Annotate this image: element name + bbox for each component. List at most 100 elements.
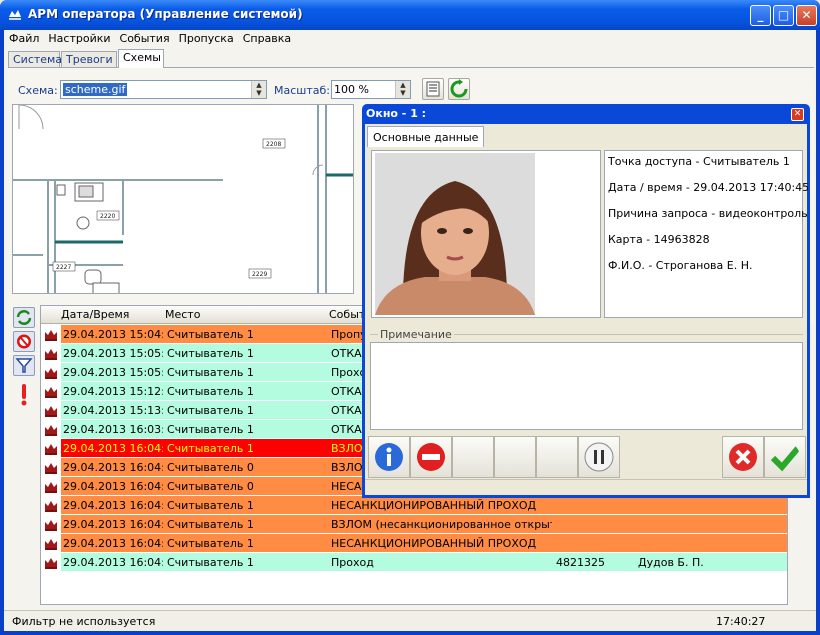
access-point-field: Точка доступа - Считыватель 1 bbox=[608, 155, 790, 168]
cell-event: ВЗЛОМ (несанкционированное открытие) bbox=[331, 518, 552, 531]
cell-place: Считыватель 1 bbox=[167, 442, 254, 455]
crown-icon bbox=[45, 368, 57, 379]
close-icon[interactable]: ✕ bbox=[791, 108, 804, 121]
clock: 17:40:27 bbox=[716, 615, 766, 628]
refresh-icon bbox=[450, 79, 468, 98]
scheme-select[interactable]: scheme.gif ▲ ▼ bbox=[60, 80, 267, 99]
refresh-button[interactable] bbox=[448, 78, 470, 100]
cell-datetime: 29.04.2013 16:04:03 bbox=[63, 537, 163, 550]
filter-icon bbox=[15, 358, 33, 373]
info-icon bbox=[375, 443, 403, 471]
note-group: Примечание bbox=[368, 322, 805, 432]
room-2208-label: 2208 bbox=[266, 141, 281, 148]
column-header-event[interactable]: Событ bbox=[329, 308, 365, 321]
pause-button[interactable] bbox=[578, 436, 620, 478]
reject-button[interactable] bbox=[722, 436, 764, 478]
cell-event: Проход bbox=[331, 556, 374, 569]
column-header-place[interactable]: Место bbox=[165, 308, 200, 321]
info-button[interactable] bbox=[368, 436, 410, 478]
note-label: Примечание bbox=[378, 328, 454, 341]
menu-events[interactable]: События bbox=[115, 30, 174, 45]
cell-datetime: 29.04.2013 16:04:00 bbox=[63, 499, 163, 512]
crown-icon bbox=[45, 520, 57, 531]
crown-icon bbox=[45, 558, 57, 569]
empty-button-1[interactable] bbox=[452, 436, 494, 478]
cell-datetime: 29.04.2013 16:04:00 bbox=[63, 461, 163, 474]
refresh-icon bbox=[16, 310, 32, 325]
access-info-panel: Точка доступа - Считыватель 1 Дата / вре… bbox=[604, 150, 809, 318]
room-2229-label: 2229 bbox=[252, 271, 267, 278]
reason-field: Причина запроса - видеоконтроль bbox=[608, 207, 808, 220]
cell-datetime: 29.04.2013 16:04:00 bbox=[63, 442, 163, 455]
filter-button[interactable] bbox=[13, 355, 35, 376]
cell-place: Считыватель 1 bbox=[167, 347, 254, 360]
menu-help[interactable]: Справка bbox=[238, 30, 295, 45]
menu-passes[interactable]: Пропуска bbox=[174, 30, 238, 45]
scale-select[interactable]: 100 % ▲ ▼ bbox=[331, 80, 411, 99]
scale-label: Масштаб: bbox=[274, 84, 330, 97]
crown-icon bbox=[45, 539, 57, 550]
crown-icon bbox=[45, 425, 57, 436]
column-header-datetime[interactable]: Дата/Время bbox=[61, 308, 129, 321]
card-field: Карта - 14963828 bbox=[608, 233, 710, 246]
cell-place: Считыватель 1 bbox=[167, 366, 254, 379]
menu-bar: Файл Настройки События Пропуска Справка bbox=[4, 30, 816, 48]
cell-datetime: 29.04.2013 16:03:07 bbox=[63, 423, 163, 436]
access-window-body: Основные данные Точка доступа - Считыват… bbox=[365, 124, 809, 495]
list-icon bbox=[426, 81, 440, 97]
alert-icon[interactable] bbox=[19, 383, 29, 407]
table-row[interactable]: 29.04.2013 16:04:08 Считыватель 1 Проход 48… bbox=[41, 553, 787, 572]
empty-button-2[interactable] bbox=[494, 436, 536, 478]
tab-alarms[interactable]: Тревоги bbox=[61, 51, 117, 67]
cell-place: Считыватель 1 bbox=[167, 328, 254, 341]
refresh-events-button[interactable] bbox=[13, 307, 35, 328]
title-bar[interactable]: АРМ оператора (Управление системой) _ □ … bbox=[0, 0, 820, 30]
block-button[interactable] bbox=[13, 331, 35, 352]
cell-datetime: 29.04.2013 15:12:48 bbox=[63, 385, 163, 398]
cell-datetime: 29.04.2013 15:04:34 bbox=[63, 328, 163, 341]
minimize-button[interactable]: _ bbox=[750, 5, 771, 26]
cell-place: Считыватель 1 bbox=[167, 518, 254, 531]
access-window-title: Окно - 1 : bbox=[366, 107, 427, 120]
note-textarea[interactable] bbox=[370, 342, 803, 430]
crown-icon bbox=[45, 482, 57, 493]
cell-datetime: 29.04.2013 15:13:17 bbox=[63, 404, 163, 417]
menu-file[interactable]: Файл bbox=[4, 30, 43, 45]
deny-button[interactable] bbox=[410, 436, 452, 478]
scale-value: 100 % bbox=[334, 83, 369, 96]
cell-place: Считыватель 1 bbox=[167, 423, 254, 436]
datetime-field: Дата / время - 29.04.2013 17:40:45 bbox=[608, 181, 810, 194]
cell-datetime: 29.04.2013 16:04:00 bbox=[63, 480, 163, 493]
accept-button[interactable] bbox=[764, 436, 806, 478]
menu-settings[interactable]: Настройки bbox=[43, 30, 114, 45]
tab-system[interactable]: Система bbox=[8, 51, 62, 67]
cell-datetime: 29.04.2013 15:05:52 bbox=[63, 347, 163, 360]
list-button[interactable] bbox=[422, 78, 444, 100]
fullname-field: Ф.И.О. - Строганова Е. Н. bbox=[608, 259, 753, 272]
table-row[interactable]: 29.04.2013 16:04:03 Считыватель 1 НЕСАНКЦИ… bbox=[41, 534, 787, 553]
pause-icon bbox=[584, 442, 614, 472]
chevron-spin-icon[interactable]: ▲ ▼ bbox=[395, 81, 410, 98]
crown-icon bbox=[45, 387, 57, 398]
cell-event: НЕСАНКЦИОНИРОВАННЫЙ ПРОХОД bbox=[331, 499, 537, 512]
table-row[interactable]: 29.04.2013 16:04:03 Считыватель 1 ВЗЛОМ (н… bbox=[41, 515, 787, 534]
checkmark-icon bbox=[770, 446, 800, 472]
cell-place: Считыватель 1 bbox=[167, 499, 254, 512]
scheme-value: scheme.gif bbox=[63, 83, 128, 96]
person-photo bbox=[371, 150, 601, 318]
maximize-button[interactable]: □ bbox=[773, 5, 794, 26]
floor-plan-drawing: 2208 2220 2227 2229 bbox=[13, 105, 353, 293]
main-window: АРМ оператора (Управление системой) _ □ … bbox=[0, 0, 820, 635]
cell-card: 4821325 bbox=[556, 556, 605, 569]
floor-plan[interactable]: 2208 2220 2227 2229 bbox=[12, 104, 354, 294]
tab-main-data[interactable]: Основные данные bbox=[367, 126, 485, 147]
access-window: Окно - 1 : ✕ Основные данные Точка досту… bbox=[362, 104, 810, 498]
client-area: Файл Настройки События Пропуска Справка Сист… bbox=[4, 30, 816, 631]
cell-place: Считыватель 1 bbox=[167, 404, 254, 417]
chevron-spin-icon[interactable]: ▲ ▼ bbox=[251, 81, 266, 98]
empty-button-3[interactable] bbox=[536, 436, 578, 478]
close-button[interactable]: ✕ bbox=[796, 5, 817, 26]
cell-place: Считыватель 0 bbox=[167, 480, 254, 493]
tab-schemes[interactable]: Схемы bbox=[118, 49, 164, 68]
table-row[interactable]: 29.04.2013 16:04:00 Считыватель 1 НЕСАНКЦИ… bbox=[41, 496, 787, 515]
